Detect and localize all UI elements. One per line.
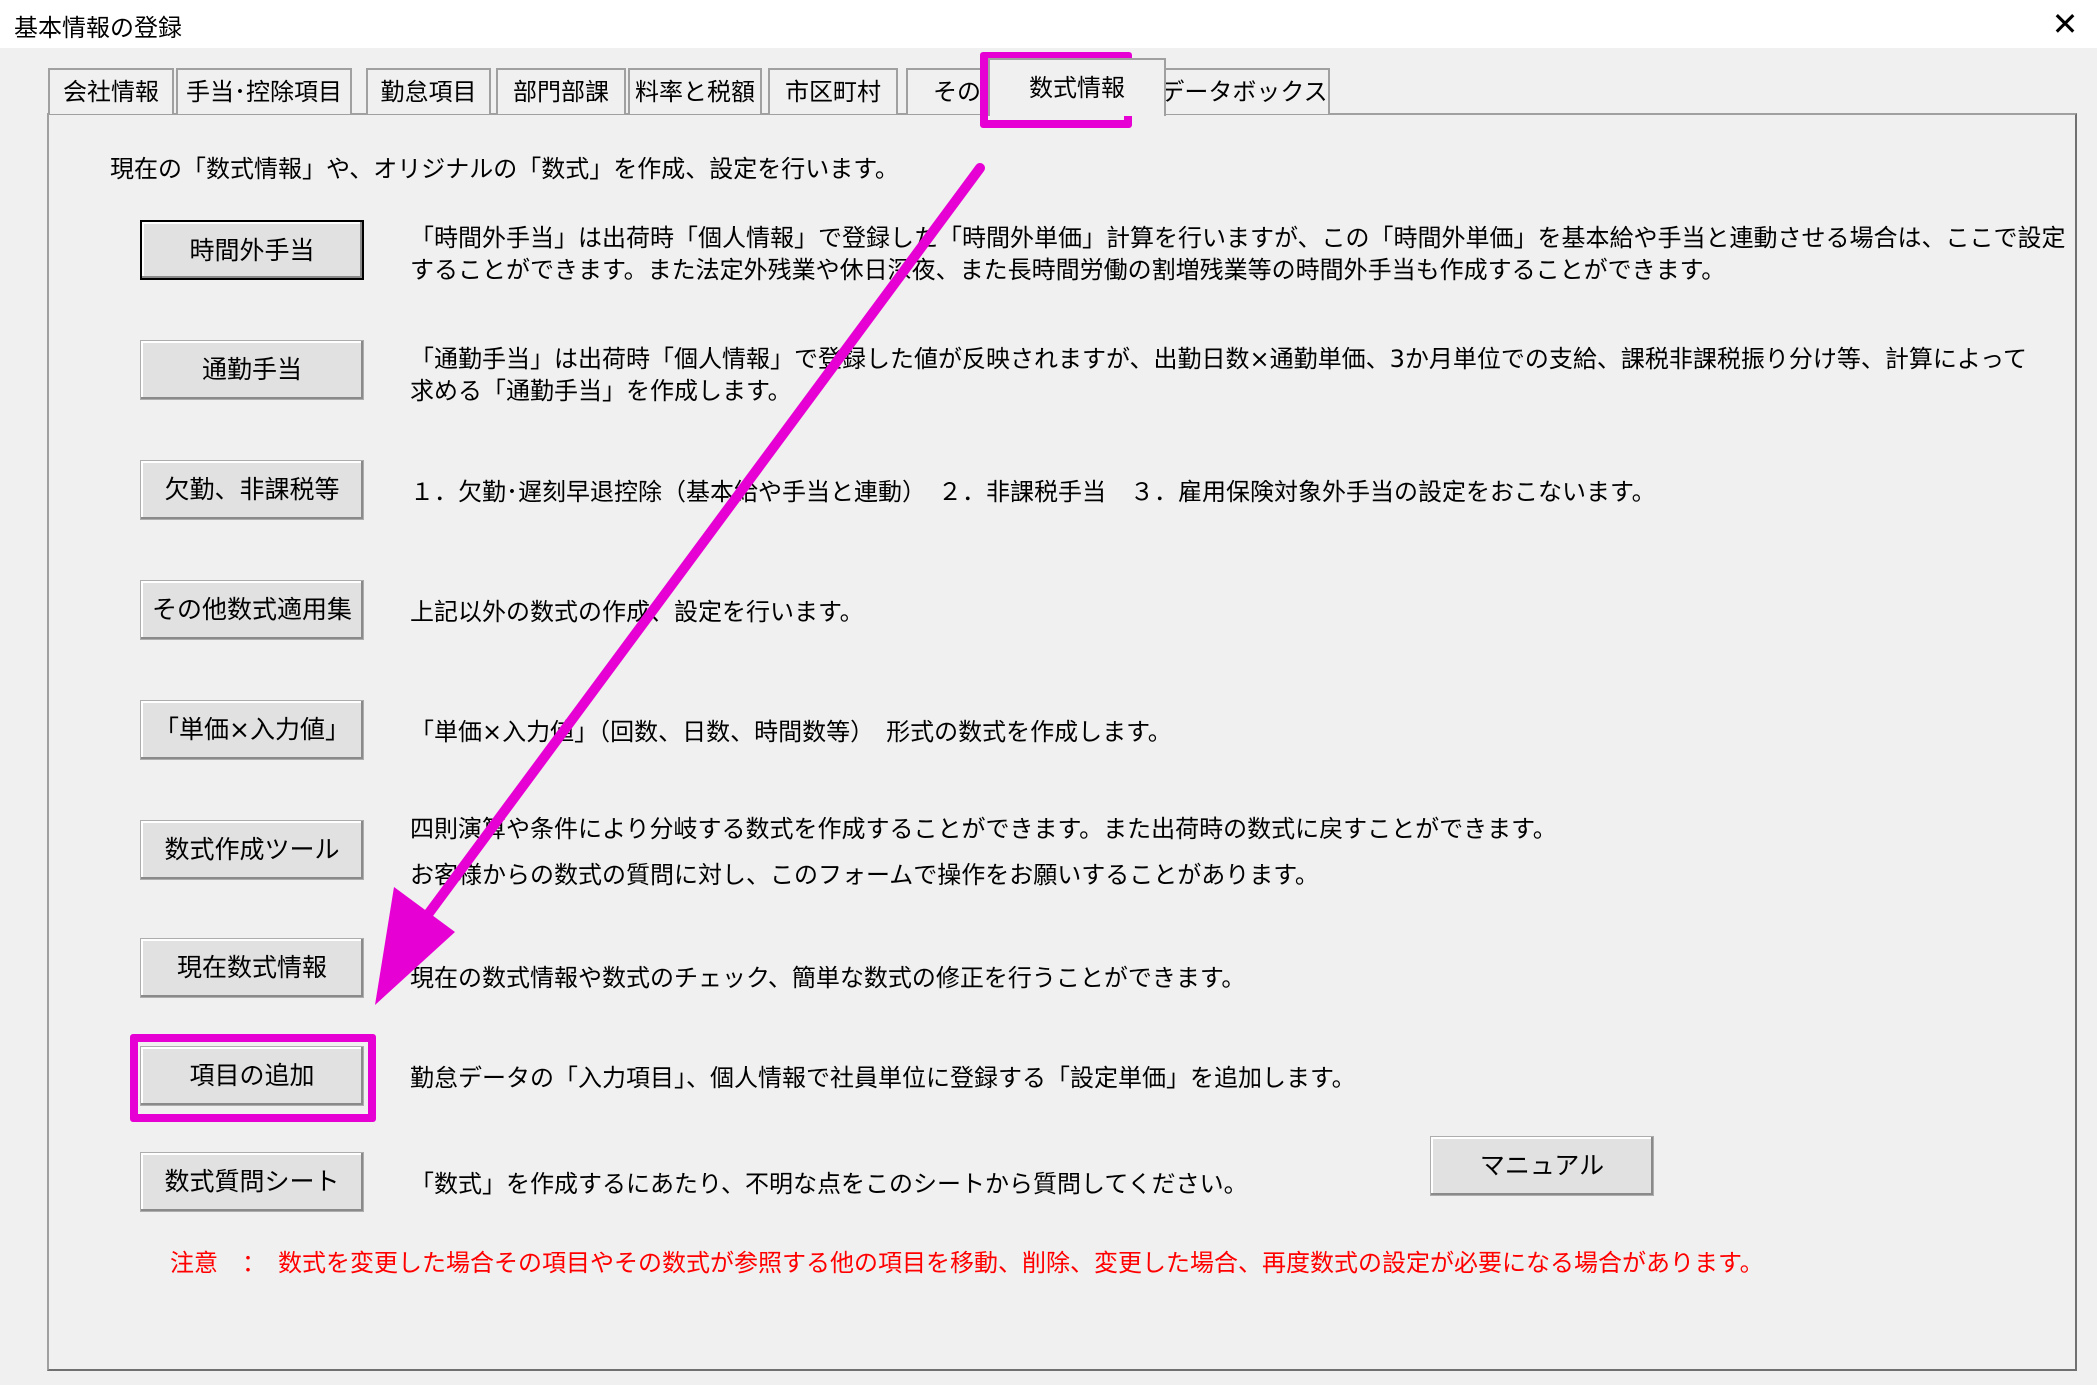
current-formula-info-button[interactable]: 現在数式情報: [140, 938, 364, 998]
dialog-window: 基本情報の登録 ✕ 会社情報 手当･控除項目 勤怠項目 部門部課 料率と税額 市…: [0, 0, 2097, 1385]
tab-attendance-items[interactable]: 勤怠項目: [366, 68, 491, 114]
manual-button[interactable]: マニュアル: [1430, 1136, 1654, 1196]
tab-departments[interactable]: 部門部課: [496, 68, 626, 114]
overtime-allowance-button[interactable]: 時間外手当: [140, 220, 364, 280]
description-line: 「時間外手当」は出荷時「個人情報」で登録した「時間外単価」計算を行いますが、この…: [410, 224, 2066, 252]
warning-note: 注意 ： 数式を変更した場合その項目やその数式が参照する他の項目を移動、削除、変…: [170, 1249, 1764, 1277]
close-icon: ✕: [2051, 5, 2079, 43]
add-item-description: 勤怠データの「入力項目」、個人情報で社員単位に登録する「設定単価」を追加します。: [410, 1064, 1356, 1092]
unit-price-input-description: 「単価×入力値」（回数、日数、時間数等） 形式の数式を作成します。: [410, 718, 1172, 746]
add-item-button[interactable]: 項目の追加: [140, 1046, 364, 1106]
description-line: お客様からの数式の質問に対し、このフォームで操作をお願いすることがあります。: [410, 861, 1319, 889]
unit-price-input-button[interactable]: 「単価×入力値」: [140, 700, 364, 760]
intro-text: 現在の「数式情報」や、オリジナルの「数式」を作成、設定を行います。: [110, 155, 899, 183]
absence-nontaxable-description: １．欠勤･遅刻早退控除（基本給や手当と連動） ２．非課税手当 ３．雇用保険対象外…: [410, 478, 1656, 506]
other-formulas-button[interactable]: その他数式適用集: [140, 580, 364, 640]
description-line: することができます。また法定外残業や休日深夜、また長時間労働の割増残業等の時間外…: [410, 256, 1726, 284]
tab-rates-taxes[interactable]: 料率と税額: [628, 68, 762, 114]
window-title: 基本情報の登録: [14, 14, 182, 42]
tab-strip: 会社情報 手当･控除項目 勤怠項目 部門部課 料率と税額 市区町村 その他 数式…: [48, 58, 1448, 116]
description-line: 「通勤手当」は出荷時「個人情報」で登録した値が反映されますが、出勤日数×通勤単価…: [410, 345, 2027, 373]
current-formula-info-description: 現在の数式情報や数式のチェック、簡単な数式の修正を行うことができます。: [410, 964, 1246, 992]
overtime-allowance-description: 「時間外手当」は出荷時「個人情報」で登録した「時間外単価」計算を行いますが、この…: [410, 222, 2066, 286]
formula-question-sheet-button[interactable]: 数式質問シート: [140, 1152, 364, 1212]
formula-tool-description: 四則演算や条件により分岐する数式を作成することができます。また出荷時の数式に戻す…: [410, 806, 1557, 898]
other-formulas-description: 上記以外の数式の作成、設定を行います。: [410, 598, 864, 626]
formula-tool-button[interactable]: 数式作成ツール: [140, 820, 364, 880]
absence-nontaxable-button[interactable]: 欠勤、非課税等: [140, 460, 364, 520]
title-bar: 基本情報の登録 ✕: [0, 0, 2097, 48]
description-line: 四則演算や条件により分岐する数式を作成することができます。また出荷時の数式に戻す…: [410, 815, 1557, 843]
tab-formula-info[interactable]: 数式情報: [988, 58, 1166, 116]
close-button[interactable]: ✕: [2043, 2, 2087, 46]
commute-allowance-button[interactable]: 通勤手当: [140, 340, 364, 400]
tab-company-info[interactable]: 会社情報: [48, 68, 174, 114]
commute-allowance-description: 「通勤手当」は出荷時「個人情報」で登録した値が反映されますが、出勤日数×通勤単価…: [410, 343, 2027, 407]
tab-municipalities[interactable]: 市区町村: [768, 68, 898, 114]
description-line: 求める「通勤手当」を作成します。: [410, 377, 792, 405]
tab-allowance-deduction[interactable]: 手当･控除項目: [176, 68, 352, 114]
formula-question-sheet-description: 「数式」を作成するにあたり、不明な点をこのシートから質問してください。: [410, 1170, 1248, 1198]
tab-data-box[interactable]: データボックス: [1158, 68, 1330, 114]
